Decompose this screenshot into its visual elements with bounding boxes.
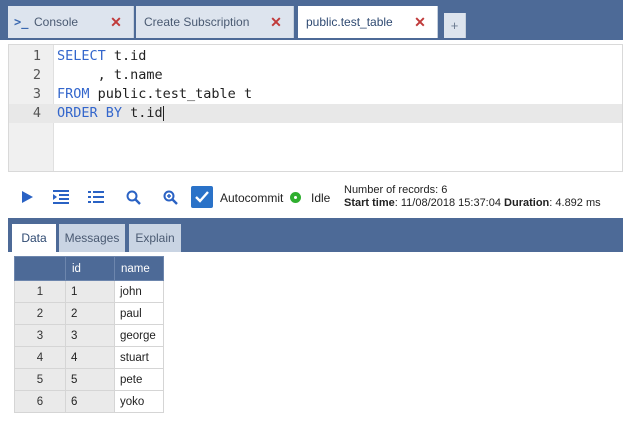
row-number-header: [14, 256, 66, 281]
editor-tab-bar: >_ Console ✕ Create Subscription ✕ publi…: [0, 0, 623, 40]
name-cell[interactable]: stuart: [114, 346, 164, 369]
id-cell[interactable]: 1: [65, 280, 115, 303]
row-number-cell: 6: [14, 390, 66, 413]
column-header-id[interactable]: id: [65, 256, 115, 281]
tab-label: Explain: [135, 231, 175, 245]
autocommit-label: Autocommit: [220, 191, 284, 205]
row-number-cell: 3: [14, 324, 66, 347]
table-row[interactable]: 5 5 pete: [14, 368, 164, 391]
tab-public-test-table[interactable]: public.test_table ✕: [298, 6, 438, 38]
play-icon[interactable]: [18, 188, 36, 206]
plus-icon: +: [450, 18, 459, 33]
keyword: ORDER BY: [57, 105, 123, 121]
code-text: t.id: [122, 105, 163, 121]
row-number-cell: 1: [14, 280, 66, 303]
name-cell[interactable]: paul: [114, 302, 164, 325]
name-cell[interactable]: pete: [114, 368, 164, 391]
table-header-row: id name: [14, 256, 164, 281]
tab-create-subscription[interactable]: Create Subscription ✕: [136, 6, 294, 38]
table-row[interactable]: 4 4 stuart: [14, 346, 164, 369]
code-line: 3 FROM public.test_table t: [9, 85, 622, 104]
row-number-cell: 2: [14, 302, 66, 325]
id-cell[interactable]: 3: [65, 324, 115, 347]
tab-data[interactable]: Data: [12, 224, 56, 252]
code-text: public.test_table t: [89, 86, 253, 102]
tab-console[interactable]: >_ Console ✕: [8, 6, 134, 38]
id-cell[interactable]: 5: [65, 368, 115, 391]
column-header-name[interactable]: name: [114, 256, 164, 281]
line-number: 3: [32, 86, 41, 102]
tab-label: Console: [34, 15, 79, 29]
add-tab-button[interactable]: +: [444, 13, 466, 38]
checkmark-icon: [195, 191, 209, 203]
name-cell[interactable]: john: [114, 280, 164, 303]
code-line: 1 SELECT t.id: [9, 47, 622, 66]
keyword: FROM: [57, 86, 90, 102]
id-cell[interactable]: 4: [65, 346, 115, 369]
start-time-label: Start time: [344, 197, 395, 209]
start-time-value: : 11/08/2018 15:37:04: [394, 197, 501, 209]
line-number: 1: [32, 48, 41, 64]
close-icon[interactable]: ✕: [269, 14, 283, 31]
sql-editor[interactable]: 1 SELECT t.id 2 , t.name 3 FROM public.t…: [8, 44, 623, 172]
tab-label: Data: [21, 231, 47, 245]
line-number: 4: [32, 105, 41, 121]
name-cell[interactable]: george: [114, 324, 164, 347]
name-cell[interactable]: yoko: [114, 390, 164, 413]
terminal-icon: >_: [14, 15, 29, 29]
table-row[interactable]: 6 6 yoko: [14, 390, 164, 413]
tab-label: Create Subscription: [144, 15, 250, 29]
tab-label: Messages: [64, 231, 120, 245]
duration-label: Duration: [504, 197, 550, 209]
close-icon[interactable]: ✕: [413, 14, 427, 31]
status-text: Idle: [311, 191, 331, 205]
list-icon[interactable]: [87, 188, 105, 206]
code-line-current: 4 ORDER BY t.id: [9, 104, 622, 123]
result-tab-bar: Data Messages Explain: [8, 218, 623, 252]
code-line: 2 , t.name: [9, 66, 622, 85]
line-number: 2: [32, 67, 41, 83]
keyword: SELECT: [57, 48, 106, 64]
status-indicator-icon: [290, 192, 301, 203]
code-text: t.id: [105, 48, 147, 64]
search-icon[interactable]: [124, 188, 142, 206]
text-cursor: [162, 105, 164, 121]
id-cell[interactable]: 6: [65, 390, 115, 413]
result-table: id name 1 1 john 2 2 paul 3 3 george 4 4 stuart 5 5 pe…: [14, 256, 164, 413]
indent-icon[interactable]: [52, 188, 70, 206]
duration-value: : 4.892 ms: [549, 197, 601, 209]
row-number-cell: 4: [14, 346, 66, 369]
tab-explain[interactable]: Explain: [129, 224, 181, 252]
row-number-cell: 5: [14, 368, 66, 391]
tab-label: public.test_table: [306, 15, 393, 29]
autocommit-checkbox[interactable]: [191, 186, 213, 208]
zoom-in-icon[interactable]: [161, 188, 179, 206]
table-row[interactable]: 2 2 paul: [14, 302, 164, 325]
table-row[interactable]: 1 1 john: [14, 280, 164, 303]
table-row[interactable]: 3 3 george: [14, 324, 164, 347]
tab-messages[interactable]: Messages: [59, 224, 125, 252]
close-icon[interactable]: ✕: [109, 14, 123, 31]
query-stats: Number of records: 6 Start time: 11/08/2…: [344, 184, 601, 210]
record-count: Number of records: 6: [344, 184, 448, 196]
code-text: , t.name: [57, 67, 163, 83]
id-cell[interactable]: 2: [65, 302, 115, 325]
